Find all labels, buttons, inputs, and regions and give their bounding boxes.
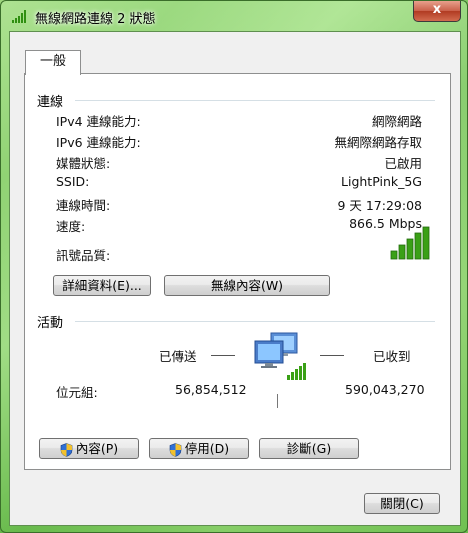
ipv6-label: IPv6 連線能力: [56, 135, 141, 150]
signal-quality-label: 訊號品質: [56, 248, 111, 263]
general-panel: 連線 IPv4 連線能力: 網際網路 IPv6 連線能力: 無網際網路存取 媒體… [24, 73, 451, 470]
media-state-label: 媒體狀態: [56, 156, 111, 171]
activity-divider [75, 321, 435, 322]
uac-shield-icon [169, 442, 182, 457]
activity-heading: 活動 [37, 316, 64, 331]
ipv4-value: 網際網路 [371, 114, 422, 129]
sent-label: 已傳送 [159, 349, 197, 364]
disable-button[interactable]: 停用(D) [149, 438, 249, 459]
ssid-label: SSID: [56, 174, 90, 189]
dialog-client-area: 一般 連線 IPv4 連線能力: 網際網路 IPv6 連線能力: 無網際網路存取… [9, 31, 461, 526]
duration-label: 連線時間: [56, 198, 111, 213]
media-state-value: 已啟用 [384, 156, 422, 171]
activity-vertical-divider [277, 394, 278, 408]
network-computers-icon [254, 332, 306, 380]
status-window: 無線網路連線 2 狀態 x 一般 連線 IPv4 連線能力: 網際網路 IPv6… [0, 0, 468, 533]
bytes-received-value: 590,043,270 [345, 382, 425, 397]
bytes-sent-value: 56,854,512 [175, 382, 247, 397]
title-bar[interactable]: 無線網路連線 2 狀態 x [1, 1, 467, 31]
window-title: 無線網路連線 2 狀態 [35, 12, 156, 27]
disable-button-label: 停用(D) [184, 441, 230, 456]
diagnose-button[interactable]: 診斷(G) [259, 438, 359, 459]
ssid-value: LightPink_5G [341, 174, 422, 189]
uac-shield-icon [60, 442, 73, 457]
sent-connector-line [211, 355, 235, 356]
close-dialog-button[interactable]: 關閉(C) [364, 493, 440, 514]
properties-button[interactable]: 內容(P) [39, 438, 139, 459]
wireless-signal-icon [12, 10, 26, 23]
ipv4-label: IPv4 連線能力: [56, 114, 141, 129]
duration-value: 9 天 17:29:08 [337, 198, 422, 213]
received-connector-line [320, 355, 344, 356]
properties-button-label: 內容(P) [75, 441, 119, 456]
connection-heading: 連線 [37, 95, 64, 110]
wireless-properties-button[interactable]: 無線內容(W) [164, 275, 330, 296]
received-label: 已收到 [373, 349, 411, 364]
bytes-label: 位元組: [56, 385, 98, 400]
tab-general[interactable]: 一般 [25, 50, 81, 75]
speed-label: 速度: [56, 219, 86, 234]
connection-divider [75, 100, 435, 101]
window-close-button[interactable]: x [413, 1, 461, 22]
ipv6-value: 無網際網路存取 [334, 135, 422, 150]
signal-strength-icon [390, 226, 430, 260]
details-button[interactable]: 詳細資料(E)... [53, 275, 151, 296]
